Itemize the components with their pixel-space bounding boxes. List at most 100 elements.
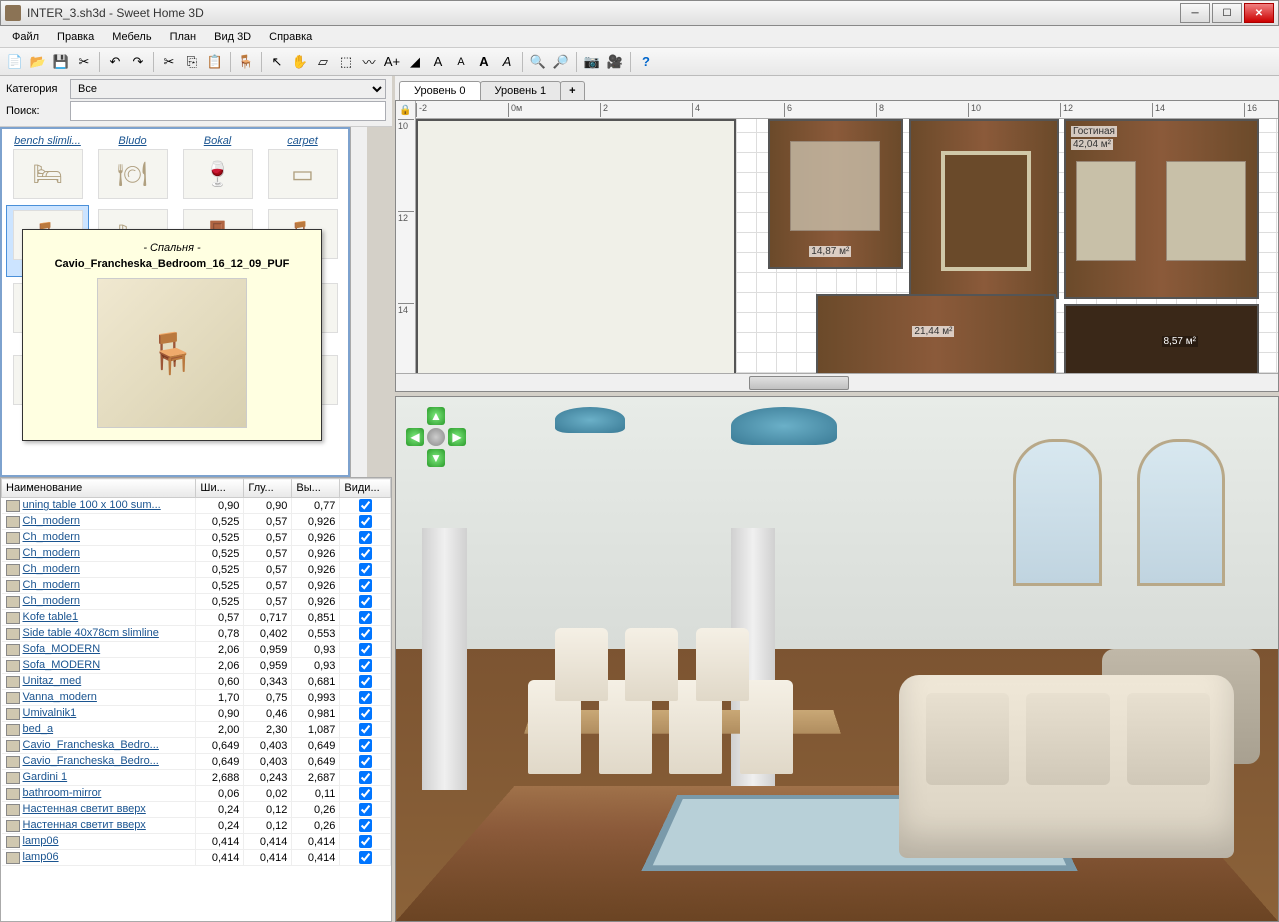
undo-icon[interactable]: ↶ xyxy=(104,51,126,73)
video-icon[interactable]: 🎥 xyxy=(604,51,626,73)
save-icon[interactable]: 💾 xyxy=(50,51,72,73)
room[interactable] xyxy=(909,119,1059,299)
polyline-icon[interactable]: 〰 xyxy=(358,51,380,73)
wall-icon[interactable]: ▱ xyxy=(312,51,334,73)
visibility-checkbox[interactable] xyxy=(359,755,372,768)
table-row[interactable]: Ch_modern0,5250,570,926 xyxy=(2,514,391,530)
visibility-checkbox[interactable] xyxy=(359,707,372,720)
column-header[interactable]: Наименование xyxy=(2,479,196,498)
bold-icon[interactable]: A xyxy=(473,51,495,73)
visibility-checkbox[interactable] xyxy=(359,547,372,560)
plan-scrollbar-h[interactable] xyxy=(396,373,1278,391)
furniture-name-cell[interactable]: Gardini 1 xyxy=(2,770,196,786)
visibility-checkbox[interactable] xyxy=(359,627,372,640)
minimize-button[interactable]: ─ xyxy=(1180,3,1210,23)
nav-right-button[interactable]: ▶ xyxy=(448,428,466,446)
tab-level-1[interactable]: Уровень 1 xyxy=(480,81,562,100)
catalog-item[interactable]: bench slimli...🛏 xyxy=(6,133,89,203)
visibility-checkbox[interactable] xyxy=(359,499,372,512)
visibility-checkbox[interactable] xyxy=(359,771,372,784)
visibility-checkbox[interactable] xyxy=(359,579,372,592)
visibility-checkbox[interactable] xyxy=(359,835,372,848)
nav-center-button[interactable] xyxy=(427,428,445,446)
plan-canvas[interactable]: 🔒 -20м246810121416 101214 14,87 м² xyxy=(395,100,1279,392)
catalog-item[interactable]: carpet▭ xyxy=(261,133,344,203)
furniture-name-cell[interactable]: lamp06 xyxy=(2,834,196,850)
furniture-name-cell[interactable]: Ch_modern xyxy=(2,530,196,546)
nav-left-button[interactable]: ◀ xyxy=(406,428,424,446)
table-row[interactable]: Ch_modern0,5250,570,926 xyxy=(2,562,391,578)
column-header[interactable]: Глу... xyxy=(244,479,292,498)
table-row[interactable]: Cavio_Francheska_Bedro...0,6490,4030,649 xyxy=(2,754,391,770)
zoom-out-icon[interactable]: 🔎 xyxy=(550,51,572,73)
table-row[interactable]: Cavio_Francheska_Bedro...0,6490,4030,649 xyxy=(2,738,391,754)
maximize-button[interactable]: ☐ xyxy=(1212,3,1242,23)
visibility-checkbox[interactable] xyxy=(359,643,372,656)
room[interactable]: 14,87 м² xyxy=(768,119,903,269)
table-row[interactable]: lamp060,4140,4140,414 xyxy=(2,834,391,850)
menu-file[interactable]: Файл xyxy=(4,29,47,45)
furniture-name-cell[interactable]: Ch_modern xyxy=(2,514,196,530)
close-button[interactable]: ✕ xyxy=(1244,3,1274,23)
ruler-lock-icon[interactable]: 🔒 xyxy=(396,101,416,119)
table-row[interactable]: Umivalnik10,900,460,981 xyxy=(2,706,391,722)
preferences-icon[interactable]: ✂ xyxy=(73,51,95,73)
help-icon[interactable]: ? xyxy=(635,51,657,73)
furniture-name-cell[interactable]: Sofa_MODERN xyxy=(2,658,196,674)
furniture-name-cell[interactable]: Cavio_Francheska_Bedro... xyxy=(2,738,196,754)
scroll-thumb[interactable] xyxy=(749,376,849,390)
select-icon[interactable]: ↖ xyxy=(266,51,288,73)
furniture-name-cell[interactable]: Kofe table1 xyxy=(2,610,196,626)
room[interactable] xyxy=(416,119,736,373)
visibility-checkbox[interactable] xyxy=(359,563,372,576)
table-row[interactable]: Ch_modern0,5250,570,926 xyxy=(2,546,391,562)
furniture-catalog[interactable]: bench slimli...🛏Bludo🍽Bokal🍷carpet▭🪑Ca..… xyxy=(0,127,350,477)
photo-icon[interactable]: 📷 xyxy=(581,51,603,73)
table-row[interactable]: Gardini 12,6880,2432,687 xyxy=(2,770,391,786)
table-row[interactable]: uning table 100 x 100 sum...0,900,900,77 xyxy=(2,498,391,514)
table-row[interactable]: Vanna_modern1,700,750,993 xyxy=(2,690,391,706)
table-row[interactable]: Ch_modern0,5250,570,926 xyxy=(2,578,391,594)
table-row[interactable]: lamp060,4140,4140,414 xyxy=(2,850,391,866)
menu-edit[interactable]: Правка xyxy=(49,29,102,45)
copy-icon[interactable]: ⎘ xyxy=(181,51,203,73)
visibility-checkbox[interactable] xyxy=(359,803,372,816)
visibility-checkbox[interactable] xyxy=(359,691,372,704)
menu-help[interactable]: Справка xyxy=(261,29,320,45)
room[interactable]: Гостиная 42,04 м² xyxy=(1064,119,1259,299)
zoom-in-icon[interactable]: 🔍 xyxy=(527,51,549,73)
dimension-icon[interactable]: A+ xyxy=(381,51,403,73)
furniture[interactable] xyxy=(790,141,880,231)
furniture-name-cell[interactable]: Unitaz_med xyxy=(2,674,196,690)
table-row[interactable]: Side table 40x78cm slimline0,780,4020,55… xyxy=(2,626,391,642)
furniture-name-cell[interactable]: Cavio_Francheska_Bedro... xyxy=(2,754,196,770)
pan-icon[interactable]: ✋ xyxy=(289,51,311,73)
text-icon[interactable]: ◢ xyxy=(404,51,426,73)
open-icon[interactable]: 📂 xyxy=(27,51,49,73)
table-row[interactable]: Sofa_MODERN2,060,9590,93 xyxy=(2,642,391,658)
table-row[interactable]: Sofa_MODERN2,060,9590,93 xyxy=(2,658,391,674)
new-icon[interactable]: 📄 xyxy=(4,51,26,73)
furniture-name-cell[interactable]: Настенная светит вверх xyxy=(2,802,196,818)
furniture[interactable] xyxy=(941,151,1031,271)
visibility-checkbox[interactable] xyxy=(359,739,372,752)
table-row[interactable]: Unitaz_med0,600,3430,681 xyxy=(2,674,391,690)
furniture-name-cell[interactable]: Ch_modern xyxy=(2,594,196,610)
catalog-item[interactable]: Bokal🍷 xyxy=(176,133,259,203)
room[interactable]: 8,57 м² xyxy=(1064,304,1259,373)
furniture-name-cell[interactable]: Sofa_MODERN xyxy=(2,642,196,658)
visibility-checkbox[interactable] xyxy=(359,675,372,688)
tab-level-0[interactable]: Уровень 0 xyxy=(399,81,481,100)
table-row[interactable]: Ch_modern0,5250,570,926 xyxy=(2,594,391,610)
italic-icon[interactable]: A xyxy=(496,51,518,73)
catalog-scrollbar[interactable] xyxy=(350,127,367,477)
visibility-checkbox[interactable] xyxy=(359,851,372,864)
floorplan[interactable]: 14,87 м² Гостиная 42,04 м² xyxy=(416,119,1278,373)
visibility-checkbox[interactable] xyxy=(359,819,372,832)
room[interactable]: 21,44 м² xyxy=(816,294,1056,373)
menu-3dview[interactable]: Вид 3D xyxy=(206,29,259,45)
nav-up-button[interactable]: ▲ xyxy=(427,407,445,425)
visibility-checkbox[interactable] xyxy=(359,595,372,608)
furniture[interactable] xyxy=(1076,161,1136,261)
text-increase-icon[interactable]: A xyxy=(427,51,449,73)
